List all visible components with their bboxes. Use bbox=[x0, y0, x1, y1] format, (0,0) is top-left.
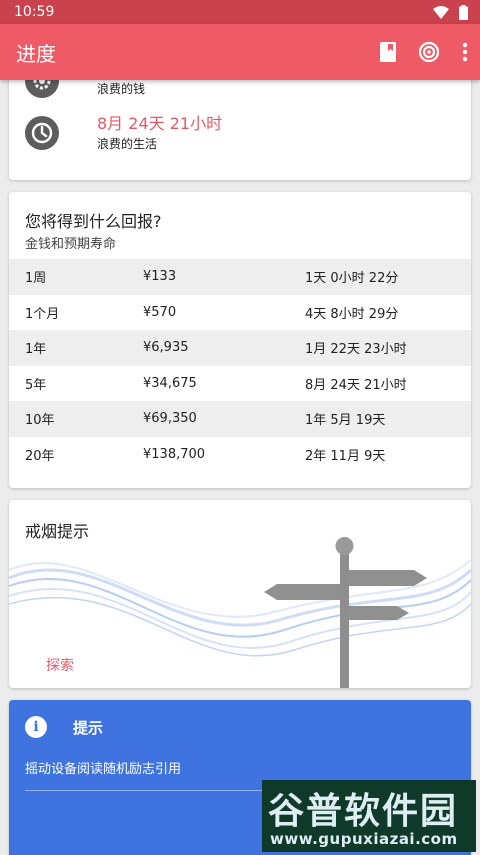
tips-title: 戒烟提示 bbox=[25, 522, 90, 541]
watermark-title: 谷普软件园 bbox=[268, 791, 459, 832]
time-cell: 2年 11月 9天 bbox=[305, 448, 386, 464]
period-cell: 10年 bbox=[25, 413, 55, 429]
status-time: 10:59 bbox=[14, 4, 55, 20]
app-bar: 进度 bbox=[0, 24, 480, 80]
signpost-icon bbox=[264, 537, 427, 688]
reward-table: 1周 ¥133 1天 0小时 22分 1个月 ¥570 4天 8小时 29分 1… bbox=[9, 259, 471, 472]
progress-life-value: 8月 24天 21小时 bbox=[97, 114, 223, 133]
table-row: 1个月 ¥570 4天 8小时 29分 bbox=[9, 295, 471, 331]
content-scroll[interactable]: 浪费的钱 8月 24天 21小时 浪费的生活 您将得到什么回报? 金钱和预期寿命… bbox=[0, 80, 480, 855]
clock-icon bbox=[25, 116, 59, 150]
period-cell: 1年 bbox=[25, 342, 47, 358]
money-cell: ¥69,350 bbox=[143, 411, 197, 427]
money-cell: ¥6,935 bbox=[143, 340, 189, 356]
time-cell: 1天 0小时 22分 bbox=[305, 271, 399, 287]
reward-subtitle: 金钱和预期寿命 bbox=[25, 237, 117, 252]
progress-money-row: 浪费的钱 bbox=[25, 80, 145, 98]
money-cell: ¥570 bbox=[143, 304, 177, 320]
table-row: 10年 ¥69,350 1年 5月 19天 bbox=[9, 401, 471, 437]
wifi-icon bbox=[433, 5, 449, 19]
table-row: 1周 ¥133 1天 0小时 22分 bbox=[9, 259, 471, 295]
watermark: 谷普软件园 www.gupuxiazai.com bbox=[262, 780, 476, 852]
more-vertical-icon[interactable] bbox=[462, 42, 468, 62]
battery-icon bbox=[459, 4, 468, 20]
status-bar: 10:59 bbox=[0, 0, 480, 24]
time-cell: 1年 5月 19天 bbox=[305, 413, 386, 429]
tips-card[interactable]: 戒烟提示 探索 bbox=[9, 500, 471, 688]
info-icon: i bbox=[25, 716, 47, 738]
table-row: 20年 ¥138,700 2年 11月 9天 bbox=[9, 437, 471, 473]
table-row: 1年 ¥6,935 1月 22天 23小时 bbox=[9, 330, 471, 366]
period-cell: 1周 bbox=[25, 271, 47, 287]
time-cell: 1月 22天 23小时 bbox=[305, 342, 407, 358]
reward-card: 您将得到什么回报? 金钱和预期寿命 1周 ¥133 1天 0小时 22分 1个月… bbox=[9, 192, 471, 488]
time-cell: 8月 24天 21小时 bbox=[305, 377, 407, 393]
period-cell: 1个月 bbox=[25, 306, 60, 322]
money-cell: ¥133 bbox=[143, 269, 177, 285]
watermark-url: www.gupuxiazai.com bbox=[270, 830, 458, 848]
money-cell: ¥138,700 bbox=[143, 446, 206, 462]
time-cell: 4天 8小时 29分 bbox=[305, 306, 399, 322]
period-cell: 5年 bbox=[25, 377, 47, 393]
hint-text: 摇动设备阅读随机励志引用 bbox=[25, 762, 182, 777]
explore-button[interactable]: 探索 bbox=[46, 655, 74, 675]
money-cell: ¥34,675 bbox=[143, 375, 197, 391]
page-title: 进度 bbox=[16, 41, 56, 66]
reward-title: 您将得到什么回报? bbox=[25, 212, 162, 231]
period-cell: 20年 bbox=[25, 448, 55, 464]
progress-life-label: 浪费的生活 bbox=[97, 137, 158, 151]
progress-money-label: 浪费的钱 bbox=[97, 82, 146, 96]
gear-icon bbox=[25, 80, 59, 98]
progress-life-row: 8月 24天 21小时 浪费的生活 bbox=[25, 113, 222, 153]
table-row: 5年 ¥34,675 8月 24天 21小时 bbox=[9, 366, 471, 402]
target-icon[interactable] bbox=[418, 41, 440, 63]
hint-title: 提示 bbox=[73, 718, 104, 737]
book-icon[interactable] bbox=[380, 42, 396, 62]
progress-card: 浪费的钱 8月 24天 21小时 浪费的生活 bbox=[9, 80, 471, 180]
